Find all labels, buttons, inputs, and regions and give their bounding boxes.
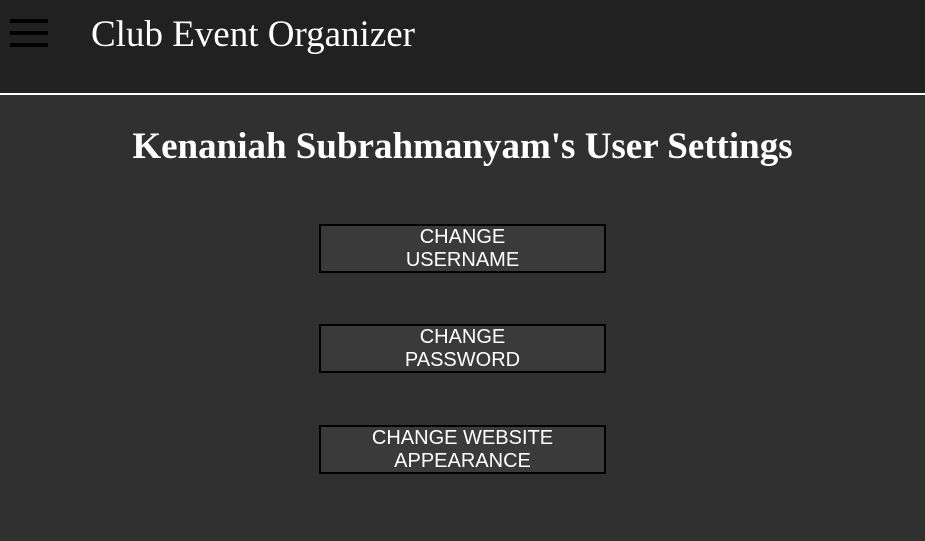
menu-icon-bar (10, 31, 48, 35)
header-divider (0, 93, 925, 95)
page-title: Kenaniah Subrahmanyam's User Settings (132, 126, 793, 167)
top-app-bar: Club Event Organizer (0, 0, 925, 93)
hamburger-menu-icon[interactable] (10, 19, 48, 49)
app-title: Club Event Organizer (91, 14, 416, 55)
change-password-button[interactable]: CHANGE PASSWORD (319, 324, 606, 373)
menu-icon-bar (10, 19, 48, 23)
change-website-appearance-button[interactable]: CHANGE WEBSITE APPEARANCE (319, 425, 606, 474)
change-username-button[interactable]: CHANGE USERNAME (319, 224, 606, 273)
menu-icon-bar (10, 43, 48, 47)
